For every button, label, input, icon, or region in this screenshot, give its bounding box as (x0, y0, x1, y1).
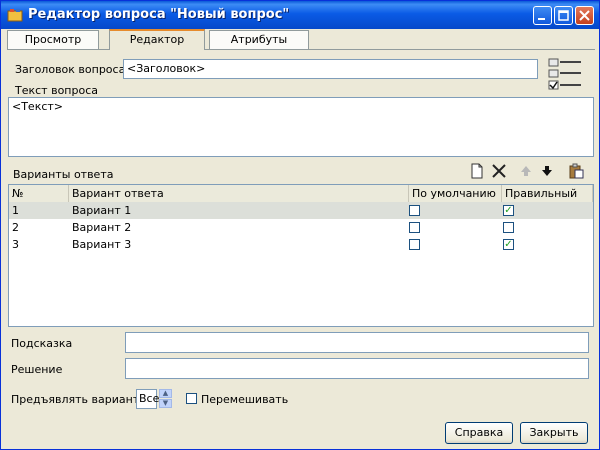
minimize-icon (538, 18, 545, 20)
question-title-label: Заголовок вопроса (15, 63, 126, 76)
question-editor-window: Редактор вопроса "Новый вопрос" Просмотр… (0, 0, 600, 450)
variant-text[interactable]: Вариант 2 (69, 219, 131, 236)
column-header-variant[interactable]: Вариант ответа (69, 185, 409, 202)
spinner-down-icon[interactable]: ▼ (159, 399, 172, 408)
help-button[interactable]: Справка (445, 422, 513, 444)
row-number: 2 (12, 221, 19, 234)
row-number: 1 (12, 204, 19, 217)
hint-input[interactable] (125, 332, 589, 353)
column-header-default[interactable]: По умолчанию (409, 185, 502, 202)
minimize-button[interactable] (533, 6, 552, 25)
default-checkbox[interactable] (409, 222, 420, 233)
answers-table[interactable]: № Вариант ответа По умолчанию Правильный… (8, 184, 594, 327)
correct-checkbox[interactable] (503, 222, 514, 233)
show-variants-label: Предъявлять вариантов (11, 393, 153, 406)
table-header: № Вариант ответа По умолчанию Правильный (9, 185, 593, 203)
question-text-label: Текст вопроса (15, 84, 98, 97)
maximize-icon (558, 10, 569, 21)
move-down-arrow-icon[interactable] (539, 163, 555, 179)
table-row[interactable]: 2 Вариант 2 (9, 219, 593, 236)
shuffle-checkbox[interactable] (186, 393, 197, 404)
solution-label: Решение (11, 363, 63, 376)
layout-options-icon[interactable] (547, 57, 583, 91)
table-row[interactable]: 3 Вариант 3 ✓ (9, 236, 593, 253)
tab-preview[interactable]: Просмотр (7, 30, 99, 50)
tab-editor[interactable]: Редактор (109, 29, 205, 50)
new-document-icon[interactable] (469, 163, 485, 179)
hint-label: Подсказка (11, 337, 73, 350)
maximize-button[interactable] (554, 6, 573, 25)
window-title: Редактор вопроса "Новый вопрос" (28, 7, 290, 22)
show-variants-spinner[interactable]: Все (136, 389, 159, 409)
default-checkbox[interactable] (409, 239, 420, 250)
delete-x-icon[interactable] (491, 163, 507, 179)
paste-clipboard-icon[interactable] (568, 163, 584, 179)
spinner-buttons[interactable]: ▲ ▼ (159, 389, 172, 409)
answers-label: Варианты ответа (13, 168, 114, 181)
row-number: 3 (12, 238, 19, 251)
solution-input[interactable] (125, 358, 589, 379)
close-window-button[interactable] (575, 6, 594, 25)
variant-text[interactable]: Вариант 1 (69, 202, 131, 219)
app-icon (7, 9, 23, 22)
tab-attributes[interactable]: Атрибуты (209, 30, 309, 50)
move-up-arrow-icon[interactable] (518, 163, 534, 179)
correct-checkbox[interactable]: ✓ (503, 239, 514, 250)
variant-text[interactable]: Вариант 3 (69, 236, 131, 253)
column-header-correct[interactable]: Правильный (502, 185, 593, 202)
correct-checkbox[interactable]: ✓ (503, 205, 514, 216)
question-title-input[interactable]: <Заголовок> (123, 59, 538, 79)
title-bar[interactable]: Редактор вопроса "Новый вопрос" (1, 1, 599, 29)
table-row[interactable]: 1 Вариант 1 ✓ (9, 202, 593, 219)
close-icon (579, 10, 590, 21)
tab-divider (7, 49, 595, 50)
column-header-number[interactable]: № (9, 185, 69, 202)
question-text-area[interactable]: <Текст> (8, 97, 594, 157)
spinner-up-icon[interactable]: ▲ (159, 389, 172, 398)
shuffle-label: Перемешивать (201, 393, 289, 406)
default-checkbox[interactable] (409, 205, 420, 216)
close-button[interactable]: Закрыть (520, 422, 588, 444)
